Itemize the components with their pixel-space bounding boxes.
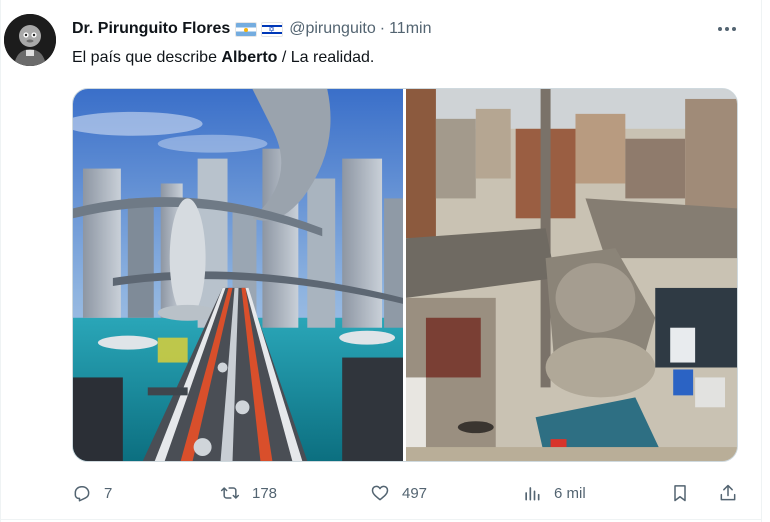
bookmark-button[interactable]: [670, 480, 690, 506]
retweet-icon: [220, 487, 240, 499]
reply-button[interactable]: 7: [72, 480, 112, 506]
left-border: [0, 0, 1, 522]
reply-count: 7: [104, 484, 113, 502]
like-button[interactable]: 497: [370, 480, 427, 506]
display-name[interactable]: Dr. Pirunguito Flores: [72, 20, 230, 38]
avatar-image: [4, 14, 56, 66]
views-count: 6 mil: [554, 484, 586, 502]
views-button[interactable]: 6 mil: [522, 480, 586, 506]
share-icon: [720, 484, 736, 501]
views-chart-icon: [525, 487, 540, 501]
tweet-text-start: El país que describe: [72, 49, 222, 66]
bottom-border: [0, 519, 762, 520]
right-border: [761, 0, 762, 522]
flag-emojis: ✡: [235, 21, 284, 37]
argentina-flag-icon: [235, 21, 258, 37]
more-icon-dot: [725, 27, 729, 31]
more-options-button[interactable]: [716, 22, 738, 36]
slum-image[interactable]: [405, 89, 737, 461]
media-grid: [72, 88, 738, 462]
timestamp[interactable]: 11min: [389, 20, 431, 38]
separator-dot: ·: [379, 20, 386, 37]
tweet-text: El país que describe Alberto / La realid…: [72, 47, 374, 69]
tweet-text-end: / La realidad.: [277, 49, 375, 66]
more-icon-dot: [732, 27, 736, 31]
reply-icon: [74, 486, 90, 502]
israel-flag-icon: ✡: [261, 21, 284, 37]
heart-icon: [371, 485, 389, 501]
bookmark-icon: [674, 485, 686, 502]
retweet-count: 178: [252, 484, 278, 502]
avatar[interactable]: [4, 14, 56, 66]
like-count: 497: [402, 484, 428, 502]
tweet-text-bold: Alberto: [221, 49, 278, 66]
more-icon-dot: [718, 27, 722, 31]
tweet-header: Dr. Pirunguito Flores ✡ @pirunguito · 11…: [72, 18, 431, 40]
tweet-actions-bar: 7 178 497 6 mil: [72, 480, 742, 506]
user-handle[interactable]: @pirunguito: [289, 20, 376, 38]
retweet-button[interactable]: 178: [220, 480, 277, 506]
futuristic-city-image[interactable]: [73, 89, 403, 461]
share-button[interactable]: [718, 480, 738, 506]
